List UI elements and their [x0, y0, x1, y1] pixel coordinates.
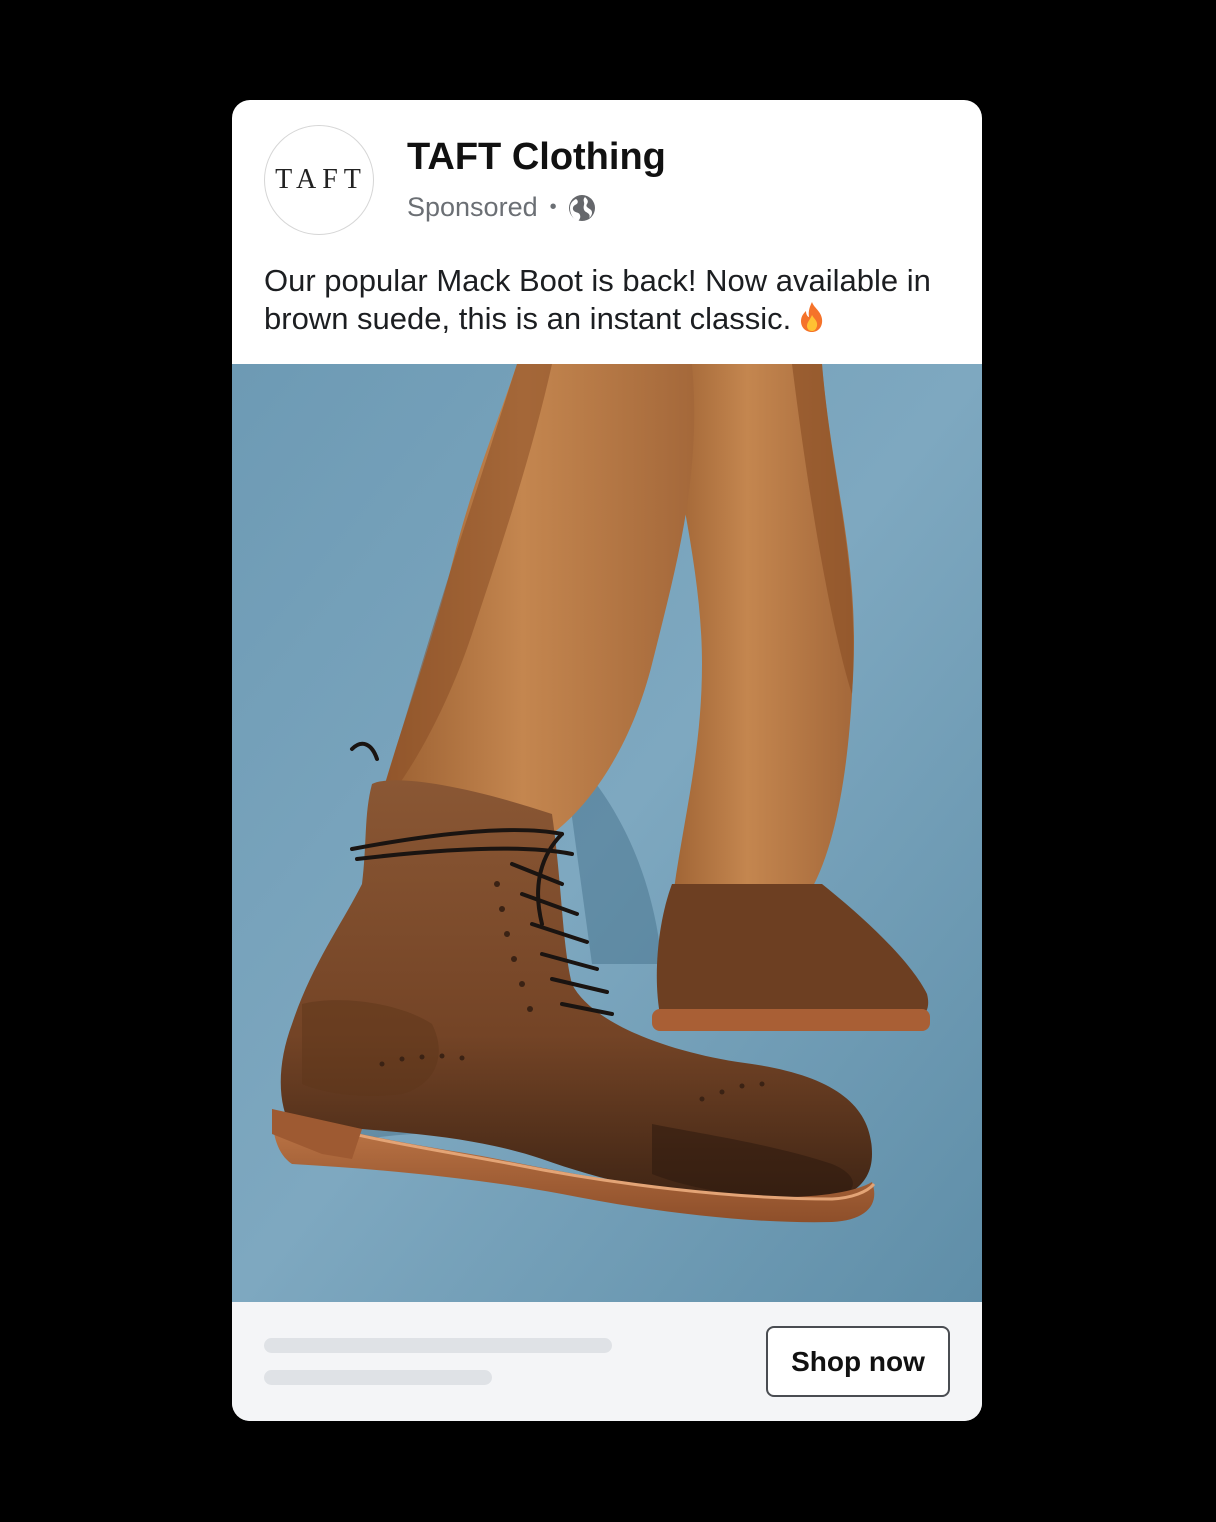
page-avatar[interactable]: TAFT — [264, 125, 374, 235]
meta-separator: • — [549, 196, 557, 218]
fire-icon — [797, 301, 827, 342]
shop-now-button[interactable]: Shop now — [766, 1326, 950, 1397]
description-placeholder — [264, 1370, 492, 1385]
post-meta: Sponsored • — [407, 192, 597, 223]
sponsored-post-card: TAFT TAFT Clothing Sponsored • Our popul… — [232, 100, 982, 1421]
sponsored-label[interactable]: Sponsored — [407, 192, 538, 223]
headline-placeholder — [264, 1338, 612, 1353]
avatar-logo-text: TAFT — [275, 164, 367, 195]
caption-text: Our popular Mack Boot is back! Now avail… — [264, 263, 931, 336]
globe-icon[interactable] — [567, 193, 597, 223]
ad-image[interactable] — [232, 364, 982, 1302]
post-footer: Shop now — [232, 1302, 982, 1421]
page-name[interactable]: TAFT Clothing — [407, 136, 666, 179]
post-caption: Our popular Mack Boot is back! Now avail… — [264, 262, 964, 342]
post-header: TAFT TAFT Clothing Sponsored • — [232, 100, 982, 260]
